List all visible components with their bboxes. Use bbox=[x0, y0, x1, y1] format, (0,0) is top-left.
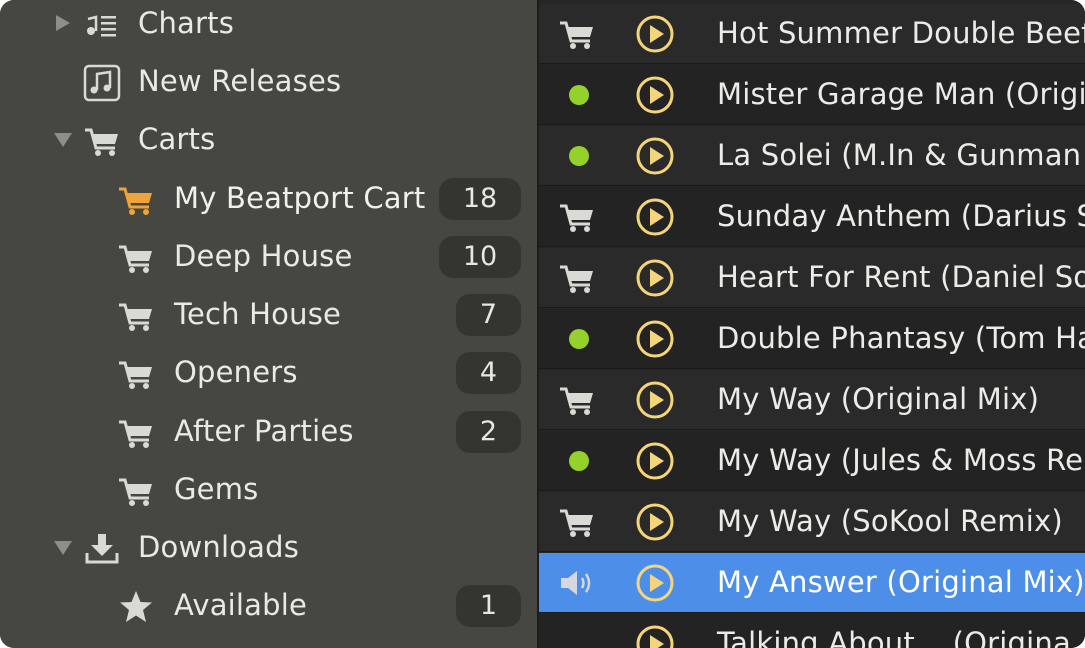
sidebar-item-deep-house[interactable]: Deep House 10 bbox=[0, 229, 537, 287]
cart-icon bbox=[119, 245, 152, 273]
sidebar-item-available[interactable]: Available 1 bbox=[0, 578, 537, 636]
count-badge: 2 bbox=[456, 411, 521, 453]
track-row[interactable]: My Way (Original Mix) bbox=[539, 370, 1085, 430]
count-badge: 1 bbox=[456, 585, 521, 627]
track-title: Double Phantasy (Tom Ha bbox=[717, 321, 1085, 355]
play-icon[interactable] bbox=[635, 624, 675, 648]
star-icon bbox=[120, 591, 152, 622]
track-title: My Way (SoKool Remix) bbox=[717, 504, 1063, 538]
cart-icon bbox=[85, 128, 118, 156]
cart-icon bbox=[119, 361, 152, 389]
track-row[interactable]: La Solei (M.In & Gunman bbox=[539, 126, 1085, 186]
sidebar: Charts New Releases Carts My Beatport Ca… bbox=[0, 0, 537, 648]
cart-icon bbox=[119, 303, 152, 331]
count-badge: 18 bbox=[439, 178, 521, 220]
cart-icon[interactable] bbox=[557, 380, 597, 420]
play-icon[interactable] bbox=[635, 441, 675, 481]
downloaded-dot-icon bbox=[569, 329, 589, 349]
sidebar-item-label: Charts bbox=[138, 6, 235, 40]
play-icon[interactable] bbox=[635, 14, 675, 54]
play-icon[interactable] bbox=[635, 75, 675, 115]
sidebar-item-label: After Parties bbox=[174, 414, 354, 448]
track-row[interactable]: My Way (SoKool Remix) bbox=[539, 492, 1085, 552]
track-title: My Answer (Original Mix) bbox=[717, 565, 1085, 599]
sidebar-item-label: Carts bbox=[138, 122, 216, 156]
speaker-icon bbox=[561, 571, 591, 595]
track-title: My Way (Original Mix) bbox=[717, 382, 1040, 416]
play-icon[interactable] bbox=[635, 197, 675, 237]
disclosure-collapsed-icon[interactable] bbox=[52, 12, 74, 34]
count-badge: 4 bbox=[456, 352, 521, 394]
cart-icon[interactable] bbox=[557, 14, 597, 54]
sidebar-item-label: Tech House bbox=[174, 297, 342, 331]
track-title: My Way (Jules & Moss Ren bbox=[717, 443, 1085, 477]
play-icon[interactable] bbox=[635, 319, 675, 359]
app-window: Charts New Releases Carts My Beatport Ca… bbox=[0, 0, 1085, 648]
sidebar-item-after-parties[interactable]: After Parties 2 bbox=[0, 404, 537, 462]
track-row[interactable]: Double Phantasy (Tom Ha bbox=[539, 309, 1085, 369]
track-row[interactable]: Talking About... (Origina bbox=[539, 614, 1085, 648]
download-icon bbox=[85, 534, 119, 564]
cart-icon[interactable] bbox=[557, 258, 597, 298]
cart-icon[interactable] bbox=[557, 197, 597, 237]
track-row[interactable]: Heart For Rent (Daniel So bbox=[539, 248, 1085, 308]
play-icon[interactable] bbox=[635, 136, 675, 176]
sidebar-item-label: New Releases bbox=[138, 64, 342, 98]
track-title: Heart For Rent (Daniel So bbox=[717, 260, 1085, 294]
cart-icon[interactable] bbox=[557, 502, 597, 542]
sidebar-item-my-beatport-cart[interactable]: My Beatport Cart 18 bbox=[0, 171, 537, 229]
cart-icon bbox=[119, 187, 152, 215]
sidebar-item-label: My Beatport Cart bbox=[174, 181, 426, 215]
track-title: Sunday Anthem (Darius S bbox=[717, 199, 1085, 233]
track-row[interactable]: Sunday Anthem (Darius S bbox=[539, 187, 1085, 247]
track-row[interactable]: Hot Summer Double Beef bbox=[539, 4, 1085, 64]
music-list-icon bbox=[87, 15, 116, 37]
sidebar-item-downloads[interactable]: Downloads bbox=[0, 520, 537, 578]
track-title: Hot Summer Double Beef bbox=[717, 16, 1085, 50]
sidebar-item-label: Available bbox=[174, 588, 308, 622]
disclosure-expanded-icon[interactable] bbox=[52, 536, 74, 558]
sidebar-item-carts[interactable]: Carts bbox=[0, 112, 537, 170]
track-title: Talking About... (Origina bbox=[717, 626, 1071, 648]
sidebar-item-openers[interactable]: Openers 4 bbox=[0, 345, 537, 403]
track-title: La Solei (M.In & Gunman bbox=[717, 138, 1082, 172]
sidebar-item-charts[interactable]: Charts bbox=[0, 0, 537, 54]
music-note-icon bbox=[83, 64, 121, 102]
sidebar-item-label: Downloads bbox=[138, 530, 300, 564]
sidebar-item-tech-house[interactable]: Tech House 7 bbox=[0, 287, 537, 345]
sidebar-item-label: Gems bbox=[174, 472, 259, 506]
disclosure-expanded-icon[interactable] bbox=[52, 128, 74, 150]
downloaded-dot-icon bbox=[569, 146, 589, 166]
sidebar-item-new-releases[interactable]: New Releases bbox=[0, 54, 537, 112]
track-row[interactable]: Mister Garage Man (Origi bbox=[539, 65, 1085, 125]
track-list: Hot Summer Double Beef Mister Garage Man… bbox=[537, 0, 1085, 648]
play-icon[interactable] bbox=[635, 502, 675, 542]
track-row-selected[interactable]: My Answer (Original Mix) bbox=[539, 553, 1085, 613]
cart-icon bbox=[119, 420, 152, 448]
downloaded-dot-icon bbox=[569, 85, 589, 105]
track-title: Mister Garage Man (Origi bbox=[717, 77, 1085, 111]
sidebar-item-label: Openers bbox=[174, 355, 298, 389]
count-badge: 10 bbox=[439, 236, 521, 278]
downloaded-dot-icon bbox=[569, 451, 589, 471]
play-icon[interactable] bbox=[635, 258, 675, 298]
sidebar-item-gems[interactable]: Gems bbox=[0, 462, 537, 520]
track-row[interactable]: My Way (Jules & Moss Ren bbox=[539, 431, 1085, 491]
count-badge: 7 bbox=[456, 294, 521, 336]
play-icon[interactable] bbox=[635, 563, 675, 603]
sidebar-item-label: Deep House bbox=[174, 239, 353, 273]
play-icon[interactable] bbox=[635, 380, 675, 420]
cart-icon bbox=[119, 478, 152, 506]
